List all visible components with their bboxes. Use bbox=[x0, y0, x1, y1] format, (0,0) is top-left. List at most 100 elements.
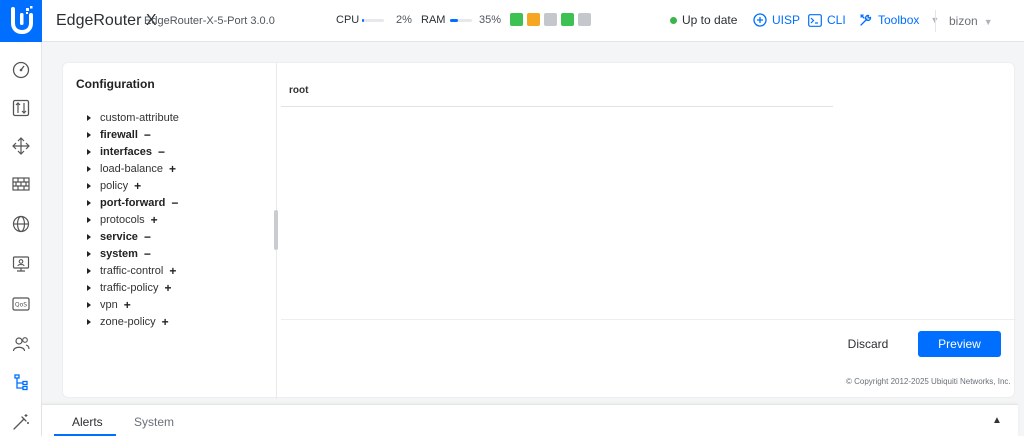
ram-meter-fill bbox=[450, 19, 458, 22]
cpu-meter bbox=[362, 19, 384, 22]
app-title: EdgeRouter X bbox=[56, 12, 157, 29]
cli-button[interactable]: CLI bbox=[808, 13, 846, 27]
tree-node-firewall[interactable]: firewall − bbox=[87, 126, 179, 143]
config-tree-icon[interactable] bbox=[11, 373, 31, 393]
add-node-icon[interactable]: + bbox=[134, 179, 141, 193]
tree-node-traffic-control[interactable]: traffic-control + bbox=[87, 262, 179, 279]
tree-node-custom-attribute[interactable]: custom-attribute bbox=[87, 109, 179, 126]
expand-arrow-icon[interactable] bbox=[87, 199, 91, 206]
ubiquiti-logo[interactable] bbox=[0, 0, 42, 42]
chevron-up-icon[interactable]: ▲ bbox=[992, 415, 1002, 426]
port-status-2[interactable] bbox=[527, 13, 540, 26]
tree-node-label: policy bbox=[100, 179, 129, 192]
divider bbox=[281, 106, 833, 107]
toolbox-menu[interactable]: Toolbox ▼ bbox=[859, 13, 939, 27]
config-tree: custom-attribute firewall − interfaces − load… bbox=[87, 109, 179, 330]
config-tree-pane: Configuration custom-attribute firewall − i… bbox=[63, 63, 278, 399]
tree-node-label: system bbox=[100, 247, 138, 260]
expand-arrow-icon[interactable] bbox=[87, 165, 91, 172]
divider bbox=[281, 319, 1016, 320]
expand-arrow-icon[interactable] bbox=[87, 284, 91, 291]
port-status-4[interactable] bbox=[561, 13, 574, 26]
tree-node-protocols[interactable]: protocols + bbox=[87, 211, 179, 228]
tree-node-load-balance[interactable]: load-balance + bbox=[87, 160, 179, 177]
ram-label: RAM bbox=[421, 14, 446, 26]
expand-arrow-icon[interactable] bbox=[87, 301, 91, 308]
port-status-5[interactable] bbox=[578, 13, 591, 26]
tab-system[interactable]: System bbox=[134, 415, 174, 429]
expand-arrow-icon[interactable] bbox=[87, 233, 91, 240]
ubiquiti-logo-icon bbox=[11, 6, 33, 35]
node-path-label: root bbox=[289, 85, 309, 96]
add-node-icon[interactable]: + bbox=[162, 315, 169, 329]
expand-arrow-icon[interactable] bbox=[87, 250, 91, 257]
tree-node-label: firewall bbox=[100, 128, 138, 141]
tree-node-zone-policy[interactable]: zone-policy + bbox=[87, 313, 179, 330]
expand-arrow-icon[interactable] bbox=[87, 267, 91, 274]
tree-node-vpn[interactable]: vpn + bbox=[87, 296, 179, 313]
tree-node-system[interactable]: system − bbox=[87, 245, 179, 262]
preview-button[interactable]: Preview bbox=[918, 331, 1001, 357]
tree-node-label: custom-attribute bbox=[100, 111, 179, 124]
copyright: © Copyright 2012-2025 Ubiquiti Networks,… bbox=[846, 377, 1011, 386]
plus-circle-icon bbox=[753, 13, 767, 27]
tree-node-interfaces[interactable]: interfaces − bbox=[87, 143, 179, 160]
top-bar: EdgeRouter X EdgeRouter-X-5-Port 3.0.0 C… bbox=[0, 0, 1024, 42]
status-dot-icon bbox=[670, 16, 677, 24]
tree-scrollbar[interactable] bbox=[274, 210, 278, 250]
expand-arrow-icon[interactable] bbox=[87, 131, 91, 138]
tree-node-traffic-policy[interactable]: traffic-policy + bbox=[87, 279, 179, 296]
users-monitor-icon[interactable] bbox=[11, 254, 31, 274]
add-node-icon[interactable]: + bbox=[169, 264, 176, 278]
caret-down-icon: ▼ bbox=[983, 17, 993, 27]
tab-alerts[interactable]: Alerts bbox=[72, 415, 103, 429]
add-node-icon[interactable]: + bbox=[124, 298, 131, 312]
firewall-icon[interactable] bbox=[11, 174, 31, 194]
expand-arrow-icon[interactable] bbox=[87, 114, 91, 121]
remove-node-icon[interactable]: − bbox=[144, 247, 151, 261]
add-node-icon[interactable]: + bbox=[151, 213, 158, 227]
expand-arrow-icon[interactable] bbox=[87, 148, 91, 155]
add-node-icon[interactable]: + bbox=[169, 162, 176, 176]
toolbox-label: Toolbox bbox=[878, 13, 920, 27]
qos-icon[interactable]: QoS bbox=[11, 294, 31, 314]
sidebar: QoS bbox=[0, 42, 42, 436]
cpu-value: 2% bbox=[396, 14, 412, 26]
remove-node-icon[interactable]: − bbox=[158, 145, 165, 159]
uisp-button[interactable]: UISP bbox=[753, 13, 800, 27]
wizards-icon[interactable] bbox=[11, 412, 31, 432]
tree-node-label: protocols bbox=[100, 213, 145, 226]
remove-node-icon[interactable]: − bbox=[171, 196, 178, 210]
cli-label: CLI bbox=[827, 13, 846, 27]
cpu-label: CPU bbox=[336, 14, 360, 26]
user-menu[interactable]: bizon ▼ bbox=[949, 14, 993, 28]
port-status-1[interactable] bbox=[510, 13, 523, 26]
users-icon[interactable] bbox=[11, 334, 31, 354]
firewall-nat-icon[interactable] bbox=[11, 136, 31, 156]
remove-node-icon[interactable]: − bbox=[144, 230, 151, 244]
device-model: EdgeRouter-X-5-Port 3.0.0 bbox=[144, 15, 275, 27]
divider bbox=[935, 10, 936, 32]
tree-node-policy[interactable]: policy + bbox=[87, 177, 179, 194]
discard-button[interactable]: Discard bbox=[836, 332, 900, 356]
services-icon[interactable] bbox=[11, 214, 31, 234]
expand-arrow-icon[interactable] bbox=[87, 216, 91, 223]
tree-node-port-forward[interactable]: port-forward − bbox=[87, 194, 179, 211]
port-status-3[interactable] bbox=[544, 13, 557, 26]
tree-node-label: interfaces bbox=[100, 145, 152, 158]
tree-node-service[interactable]: service − bbox=[87, 228, 179, 245]
firmware-status: Up to date bbox=[670, 13, 737, 27]
dashboard-icon[interactable] bbox=[11, 60, 31, 80]
add-node-icon[interactable]: + bbox=[164, 281, 171, 295]
config-title: Configuration bbox=[76, 77, 155, 91]
expand-arrow-icon[interactable] bbox=[87, 318, 91, 325]
routing-icon[interactable] bbox=[11, 98, 31, 118]
firmware-status-text: Up to date bbox=[682, 13, 738, 27]
expand-arrow-icon[interactable] bbox=[87, 182, 91, 189]
tree-node-label: vpn bbox=[100, 298, 118, 311]
tree-node-label: load-balance bbox=[100, 162, 163, 175]
bottom-bar: Alerts System ▲ bbox=[42, 404, 1018, 436]
ram-value: 35% bbox=[479, 14, 502, 26]
remove-node-icon[interactable]: − bbox=[144, 128, 151, 142]
cpu-meter-fill bbox=[362, 19, 364, 22]
